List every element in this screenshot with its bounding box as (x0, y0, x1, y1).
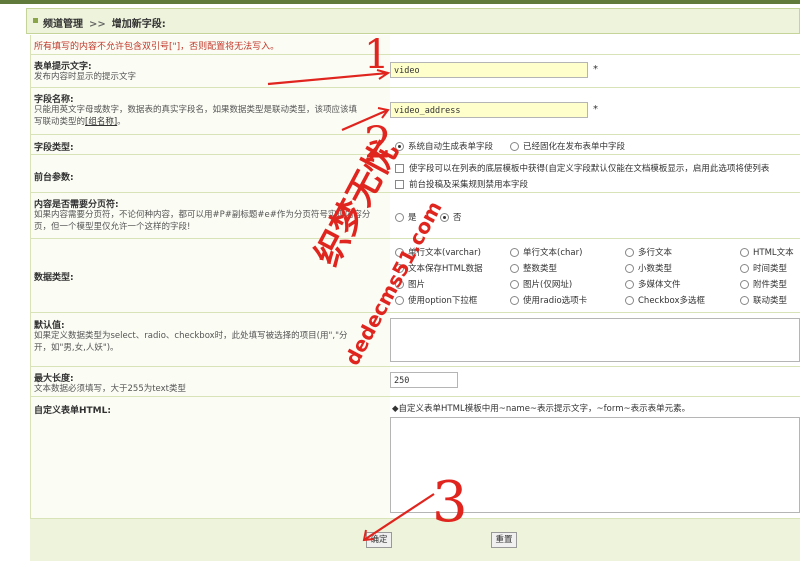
annotation-arrow-3 (363, 493, 435, 541)
annotation-number-1: 1 (364, 32, 390, 78)
annotation-number-3: 3 (432, 470, 468, 535)
